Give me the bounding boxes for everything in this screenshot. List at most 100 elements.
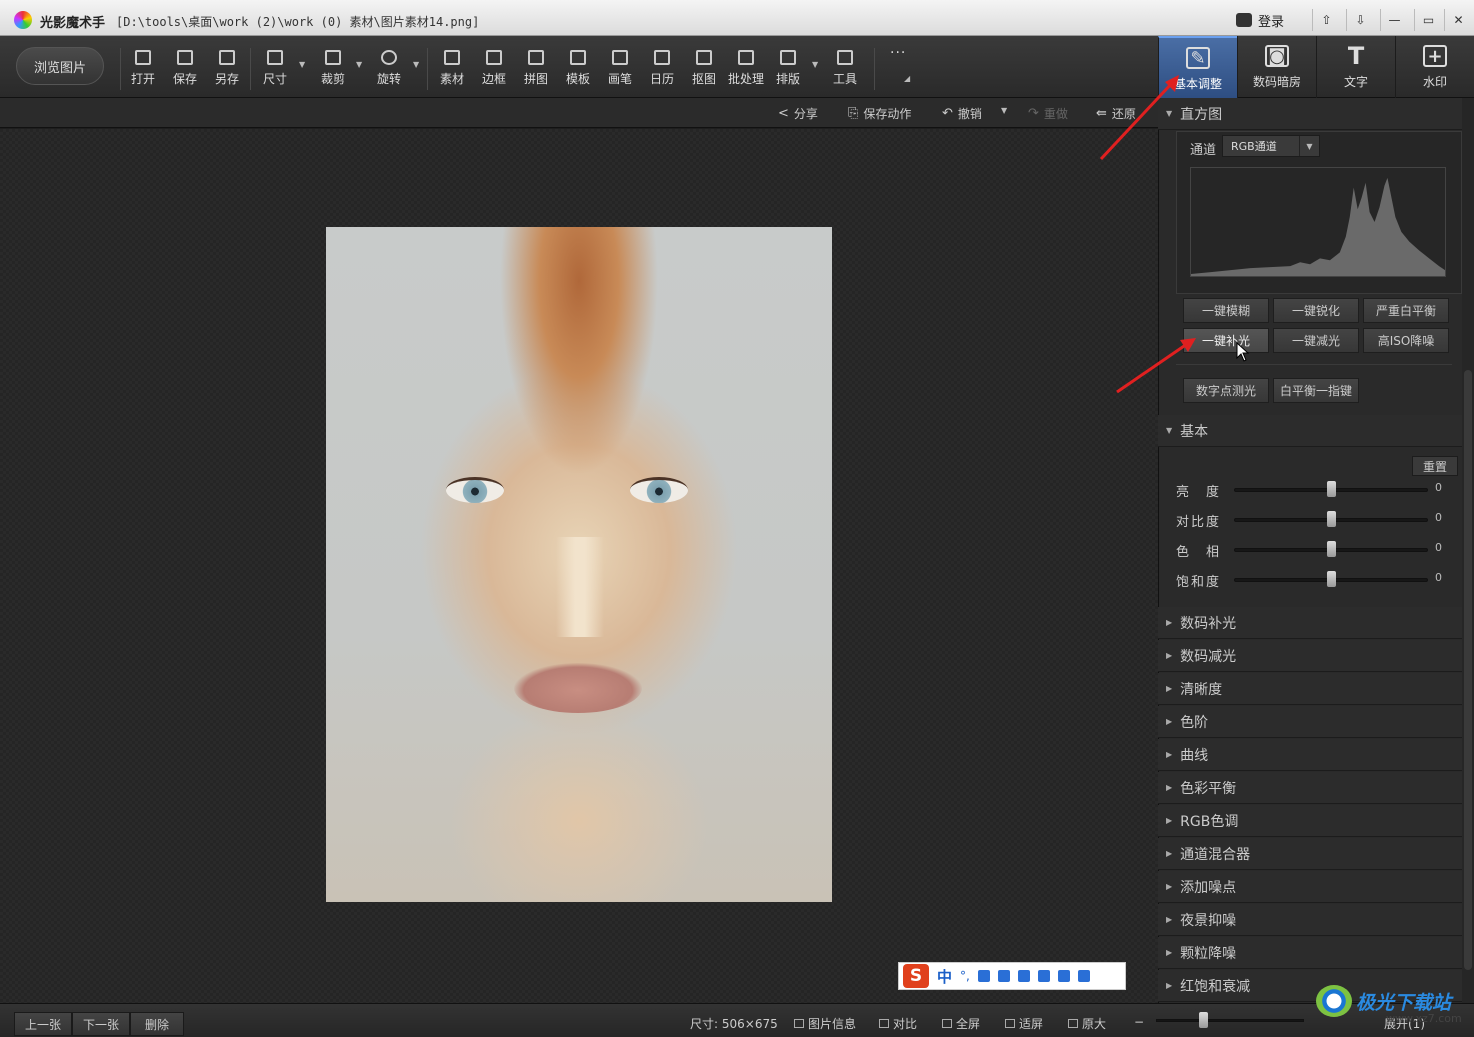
ime-mode[interactable]: 中 [937,966,952,987]
resize-button[interactable]: 尺寸 [255,50,295,90]
white-balance-pick-button[interactable]: 白平衡一指键 [1273,378,1359,403]
delete-button[interactable]: 删除 [130,1012,184,1036]
rotate-dropdown-icon[interactable]: ▼ [413,60,419,69]
slider-knob[interactable] [1327,541,1336,557]
ime-punct[interactable]: °, [960,969,970,983]
expand-icon: ▶ [1166,948,1173,957]
resize-dropdown-icon[interactable]: ▼ [299,60,305,69]
user-icon [1236,13,1252,27]
histogram-chart [1190,167,1446,277]
keyboard-icon[interactable] [997,970,1010,982]
reset-button[interactable]: 重置 [1412,456,1458,476]
section-item[interactable]: ▶ 通道混合器 [1158,838,1462,870]
template-button[interactable]: 模板 [558,50,598,90]
tools-button[interactable]: 工具 [825,50,865,90]
section-item[interactable]: ▶ 数码减光 [1158,640,1462,672]
saturation-slider[interactable]: 饱和度 0 [1176,569,1456,590]
section-item[interactable]: ▶ 颗粒降噪 [1158,937,1462,969]
rotate-button[interactable]: 旋转 [369,50,409,90]
tab-watermark[interactable]: + 水印 [1395,36,1474,98]
watermark-text: 极光下载站 [1356,991,1452,1014]
contrast-slider[interactable]: 对比度 0 [1176,509,1456,530]
game-icon[interactable] [1037,970,1050,982]
calendar-button[interactable]: 日历 [642,50,682,90]
next-image-button[interactable]: 下一张 [72,1012,130,1036]
section-item[interactable]: ▶ 曲线 [1158,739,1462,771]
site-logo-icon [1316,985,1352,1017]
crop-dropdown-icon[interactable]: ▼ [356,60,362,69]
one-click-blur-button[interactable]: 一键模糊 [1183,298,1269,323]
more-tools-button[interactable]: ··· [890,45,906,61]
zoom-slider-knob[interactable] [1199,1012,1208,1028]
cutout-button[interactable]: 抠图 [684,50,724,90]
compare-button[interactable]: 对比 [879,1015,917,1032]
save-button[interactable]: 保存 [165,50,205,90]
slider-knob[interactable] [1327,481,1336,497]
zoom-slider-track[interactable] [1156,1019,1304,1022]
section-item[interactable]: ▶ 数码补光 [1158,607,1462,639]
save-action-button[interactable]: ⎘ 保存动作 [848,104,911,122]
panel-scroll-thumb[interactable] [1464,370,1472,970]
original-size-button[interactable]: 原大 [1068,1015,1106,1032]
zoom-out-button[interactable]: − [1134,1015,1144,1029]
image-info-button[interactable]: 图片信息 [794,1015,856,1032]
apps-icon[interactable] [1057,970,1070,982]
collage-button[interactable]: 拼图 [516,50,556,90]
login-button[interactable]: 登录 [1236,10,1284,30]
section-item[interactable]: ▶ 色阶 [1158,706,1462,738]
material-button[interactable]: 素材 [432,50,472,90]
fullscreen-button[interactable]: 全屏 [942,1015,980,1032]
save-as-button[interactable]: 另存 [207,50,247,90]
section-item[interactable]: ▶ 色彩平衡 [1158,772,1462,804]
slider-knob[interactable] [1327,571,1336,587]
menu-button[interactable]: ⇩ [1346,9,1374,31]
close-button[interactable]: ✕ [1444,9,1472,31]
section-item[interactable]: ▶ 清晰度 [1158,673,1462,705]
ime-toolbar[interactable]: S 中 °, [898,962,1126,990]
microphone-icon[interactable] [977,970,990,982]
hue-slider[interactable]: 色 相 0 [1176,539,1456,560]
more-expand-icon[interactable]: ◢ [904,74,910,83]
undo-dropdown-icon[interactable]: ▼ [1001,106,1007,115]
border-button[interactable]: 边框 [474,50,514,90]
original-size-label: 原大 [1082,1017,1107,1031]
redo-button[interactable]: ↷ 重做 [1028,104,1068,122]
section-item[interactable]: ▶ 夜景抑噪 [1158,904,1462,936]
tab-text[interactable]: T 文字 [1316,36,1395,98]
section-item[interactable]: ▶ 添加噪点 [1158,871,1462,903]
one-click-reduce-light-button[interactable]: 一键减光 [1273,328,1359,353]
slider-knob[interactable] [1327,511,1336,527]
redo-icon: ↷ [1028,105,1039,121]
settings-icon[interactable] [1077,970,1090,982]
high-iso-denoise-button[interactable]: 高ISO降噪 [1363,328,1449,353]
minimize-button[interactable]: — [1380,9,1408,31]
share-button[interactable]: < 分享 [778,104,818,122]
section-item[interactable]: ▶ RGB色调 [1158,805,1462,837]
skin-icon[interactable] [1017,970,1030,982]
one-click-sharpen-button[interactable]: 一键锐化 [1273,298,1359,323]
section-label: 红饱和衰减 [1180,978,1251,995]
section-histogram[interactable]: ▼ 直方图 [1158,98,1462,130]
rotate-label: 旋转 [376,72,401,86]
batch-button[interactable]: 批处理 [726,50,766,90]
tab-darkroom[interactable]: ◙ 数码暗房 [1237,36,1316,98]
crop-icon [325,50,341,65]
crop-button[interactable]: 裁剪 [313,50,353,90]
channel-select[interactable]: RGB通道 ▼ [1222,135,1320,157]
skin-button[interactable]: ⇧ [1312,9,1340,31]
prev-image-button[interactable]: 上一张 [14,1012,72,1036]
undo-button[interactable]: ↶ 撤销 [942,104,982,122]
open-button[interactable]: 打开 [123,50,163,90]
photo-portrait[interactable] [326,227,832,902]
white-balance-button[interactable]: 严重白平衡 [1363,298,1449,323]
maximize-button[interactable]: ▭ [1414,9,1442,31]
fit-screen-button[interactable]: 适屏 [1005,1015,1043,1032]
undo-icon: ↶ [942,105,953,121]
fit-screen-label: 适屏 [1019,1017,1044,1031]
layout-button[interactable]: 排版 [768,50,808,90]
layout-dropdown-icon[interactable]: ▼ [812,60,818,69]
section-basic[interactable]: ▼ 基本 [1158,415,1462,447]
browse-button[interactable]: 浏览图片 [16,47,104,85]
brightness-slider[interactable]: 亮 度 0 [1176,479,1456,500]
brush-button[interactable]: 画笔 [600,50,640,90]
